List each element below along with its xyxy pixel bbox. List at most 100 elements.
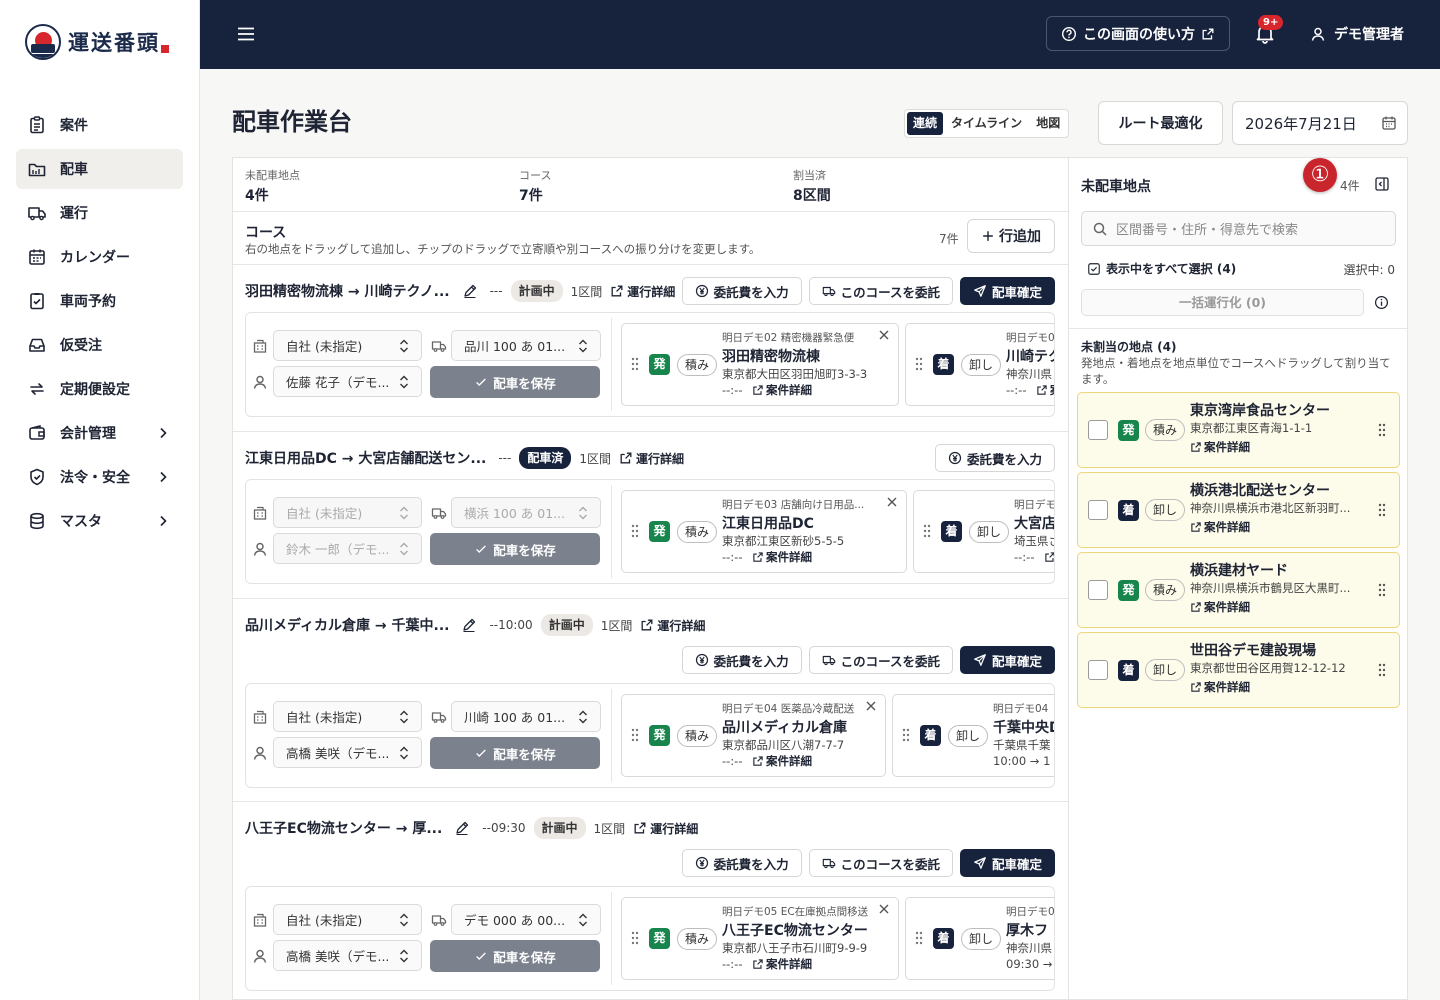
drag-handle-icon[interactable]	[1376, 582, 1388, 598]
stop-checkbox[interactable]	[1088, 660, 1108, 680]
enter-fee-button[interactable]: 委託費を入力	[681, 849, 802, 877]
driver-select[interactable]: 高橋 美咲（デモ...	[273, 940, 422, 971]
drag-handle-icon[interactable]	[921, 523, 933, 539]
stop-chip[interactable]: 発積み 明日デモ05 EC在庫拠点間移送 八王子EC物流センター 東京都八王子市石川町…	[621, 897, 899, 980]
stop-checkbox[interactable]	[1088, 500, 1108, 520]
sidebar-item-accounting[interactable]: 会計管理	[16, 413, 183, 453]
stop-checkbox[interactable]	[1088, 580, 1108, 600]
enter-fee-button[interactable]: 委託費を入力	[681, 646, 802, 674]
driver-select[interactable]: 佐藤 花子（デモ...	[273, 366, 422, 397]
drag-handle-icon[interactable]	[1376, 662, 1388, 678]
unassigned-stop-card[interactable]: 発積み 東京湾岸食品センター 東京都江東区青海1-1-1 案件詳細	[1077, 392, 1400, 468]
stop-chip[interactable]: 発積み 明日デモ03 店舗向け日用品... 江東日用品DC 東京都江東区新砂5-5-5…	[621, 490, 907, 573]
confirm-dispatch-button[interactable]: 配車確定	[959, 277, 1055, 305]
run-detail-link[interactable]: 運行詳細	[640, 617, 705, 634]
date-picker[interactable]: 2026年7月21日	[1232, 101, 1408, 145]
case-detail-link[interactable]: 案件詳細	[1190, 439, 1250, 455]
sidebar-item-cases[interactable]: 案件	[16, 105, 183, 145]
vehicle-select[interactable]: 川崎 100 あ 01...	[451, 701, 601, 732]
view-tab-continuous[interactable]: 連続	[907, 112, 944, 135]
sidebar-item-legal-safety[interactable]: 法令・安全	[16, 457, 183, 497]
sidebar-item-operations[interactable]: 運行	[16, 193, 183, 233]
case-detail-link[interactable]: 案件詳細	[752, 753, 812, 769]
run-detail-link[interactable]: 運行詳細	[633, 820, 698, 837]
app-logo[interactable]: 運送番頭	[25, 24, 169, 60]
edit-pencil-icon[interactable]	[461, 617, 477, 633]
driver-select[interactable]: 高橋 美咲（デモ...	[273, 737, 422, 768]
stop-chip[interactable]: 発積み 明日デモ02 精密機器緊急便 羽田精密物流棟 東京都大田区羽田旭町3-3-3 -…	[621, 323, 899, 406]
carrier-select[interactable]: 自社 (未指定)	[273, 330, 422, 361]
case-detail-link[interactable]: 案件詳細	[752, 549, 812, 565]
case-detail-link[interactable]: 案件詳細	[1190, 599, 1250, 615]
vehicle-select[interactable]: 品川 100 あ 01...	[451, 330, 601, 361]
run-detail-link[interactable]: 運行詳細	[619, 450, 684, 467]
delegate-course-button[interactable]: このコースを委託	[808, 646, 953, 674]
sidebar-item-scheduled-routes[interactable]: 定期便設定	[16, 369, 183, 409]
drag-handle-icon[interactable]	[913, 356, 925, 372]
case-detail-link[interactable]: 案件詳細	[1036, 382, 1054, 398]
drag-handle-icon[interactable]	[629, 727, 641, 743]
case-detail-link[interactable]: 案件詳細	[752, 382, 812, 398]
enter-fee-button[interactable]: 委託費を入力	[681, 277, 802, 305]
drag-handle-icon[interactable]	[1376, 502, 1388, 518]
enter-fee-button[interactable]: 委託費を入力	[934, 444, 1055, 472]
remove-stop-icon[interactable]	[886, 496, 898, 508]
case-detail-link[interactable]: 案件詳細	[1190, 679, 1250, 695]
drag-handle-icon[interactable]	[629, 930, 641, 946]
search-input[interactable]: 区間番号・住所・得意先で検索	[1081, 211, 1396, 246]
stop-chip[interactable]: 発積み 明日デモ04 医薬品冷蔵配送 品川メディカル倉庫 東京都品川区八潮7-7-7 -…	[621, 694, 886, 777]
sidebar-item-vehicle-booking[interactable]: 車両予約	[16, 281, 183, 321]
save-dispatch-button[interactable]: 配車を保存	[430, 737, 600, 769]
menu-icon[interactable]	[236, 24, 256, 44]
drag-handle-icon[interactable]	[629, 356, 641, 372]
delegate-course-button[interactable]: このコースを委託	[808, 277, 953, 305]
select-all-checkbox[interactable]: 表示中をすべて選択 (4)	[1087, 260, 1236, 277]
vehicle-select[interactable]: デモ 000 あ 00...	[451, 904, 601, 935]
driver-select[interactable]: 鈴木 一郎（デモ...	[273, 533, 422, 564]
info-icon[interactable]	[1374, 295, 1389, 310]
help-button[interactable]: この画面の使い方	[1046, 16, 1230, 51]
sidebar-item-calendar[interactable]: カレンダー	[16, 237, 183, 277]
user-menu[interactable]: デモ管理者	[1310, 24, 1404, 44]
sidebar-item-master[interactable]: マスタ	[16, 501, 183, 541]
unassigned-stop-card[interactable]: 着卸し 世田谷デモ建設現場 東京都世田谷区用賀12-12-12 案件詳細	[1077, 632, 1400, 708]
drag-handle-icon[interactable]	[1376, 422, 1388, 438]
drag-handle-icon[interactable]	[629, 523, 641, 539]
route-optimize-button[interactable]: ルート最適化	[1098, 101, 1223, 145]
vehicle-select[interactable]: 横浜 100 あ 01...	[451, 497, 601, 528]
confirm-dispatch-button[interactable]: 配車確定	[959, 849, 1055, 877]
stop-chip[interactable]: 着卸し明日デモ0 川崎テクノ神奈川県 --:-- 案件詳細	[905, 323, 1054, 406]
remove-stop-icon[interactable]	[878, 329, 890, 341]
remove-stop-icon[interactable]	[878, 903, 890, 915]
delegate-course-button[interactable]: このコースを委託	[808, 849, 953, 877]
stop-chip[interactable]: 着卸し 明日デモ04 千葉中央D 千葉県千葉 10:00 → 1	[892, 694, 1054, 777]
add-row-button[interactable]: 行追加	[967, 219, 1055, 253]
case-detail-link[interactable]: 案件詳細	[1190, 519, 1250, 535]
collapse-panel-icon[interactable]	[1374, 176, 1390, 192]
unassigned-stop-card[interactable]: 着卸し 横浜港北配送センター 神奈川県横浜市港北区新羽町... 案件詳細	[1077, 472, 1400, 548]
save-dispatch-button[interactable]: 配車を保存	[430, 366, 600, 398]
view-tab-timeline[interactable]: タイムライン	[945, 112, 1028, 135]
edit-pencil-icon[interactable]	[454, 820, 470, 836]
bulk-operate-button[interactable]: 一括運行化 (0)	[1081, 289, 1364, 316]
confirm-dispatch-button[interactable]: 配車確定	[959, 646, 1055, 674]
stop-chip[interactable]: 着卸し明日デモ大宮店埼玉県さ --:-- 案件詳細	[913, 490, 1055, 573]
sidebar-item-provisional-orders[interactable]: 仮受注	[16, 325, 183, 365]
stop-chip[interactable]: 着卸し 明日デモ0 厚木フ 神奈川県 09:30 →	[905, 897, 1054, 980]
case-detail-link[interactable]: 案件詳細	[1044, 549, 1055, 565]
carrier-select[interactable]: 自社 (未指定)	[273, 701, 422, 732]
drag-handle-icon[interactable]	[900, 727, 912, 743]
save-dispatch-button[interactable]: 配車を保存	[430, 533, 600, 565]
save-dispatch-button[interactable]: 配車を保存	[430, 940, 600, 972]
edit-pencil-icon[interactable]	[462, 283, 478, 299]
unassigned-stop-card[interactable]: 発積み 横浜建材ヤード 神奈川県横浜市鶴見区大黒町... 案件詳細	[1077, 552, 1400, 628]
sidebar-item-dispatch[interactable]: 配車	[16, 149, 183, 189]
remove-stop-icon[interactable]	[865, 700, 877, 712]
carrier-select[interactable]: 自社 (未指定)	[273, 904, 422, 935]
run-detail-link[interactable]: 運行詳細	[610, 283, 675, 300]
case-detail-link[interactable]: 案件詳細	[752, 956, 812, 972]
stop-checkbox[interactable]	[1088, 420, 1108, 440]
view-tab-map[interactable]: 地図	[1030, 112, 1066, 135]
carrier-select[interactable]: 自社 (未指定)	[273, 497, 422, 528]
drag-handle-icon[interactable]	[913, 930, 925, 946]
